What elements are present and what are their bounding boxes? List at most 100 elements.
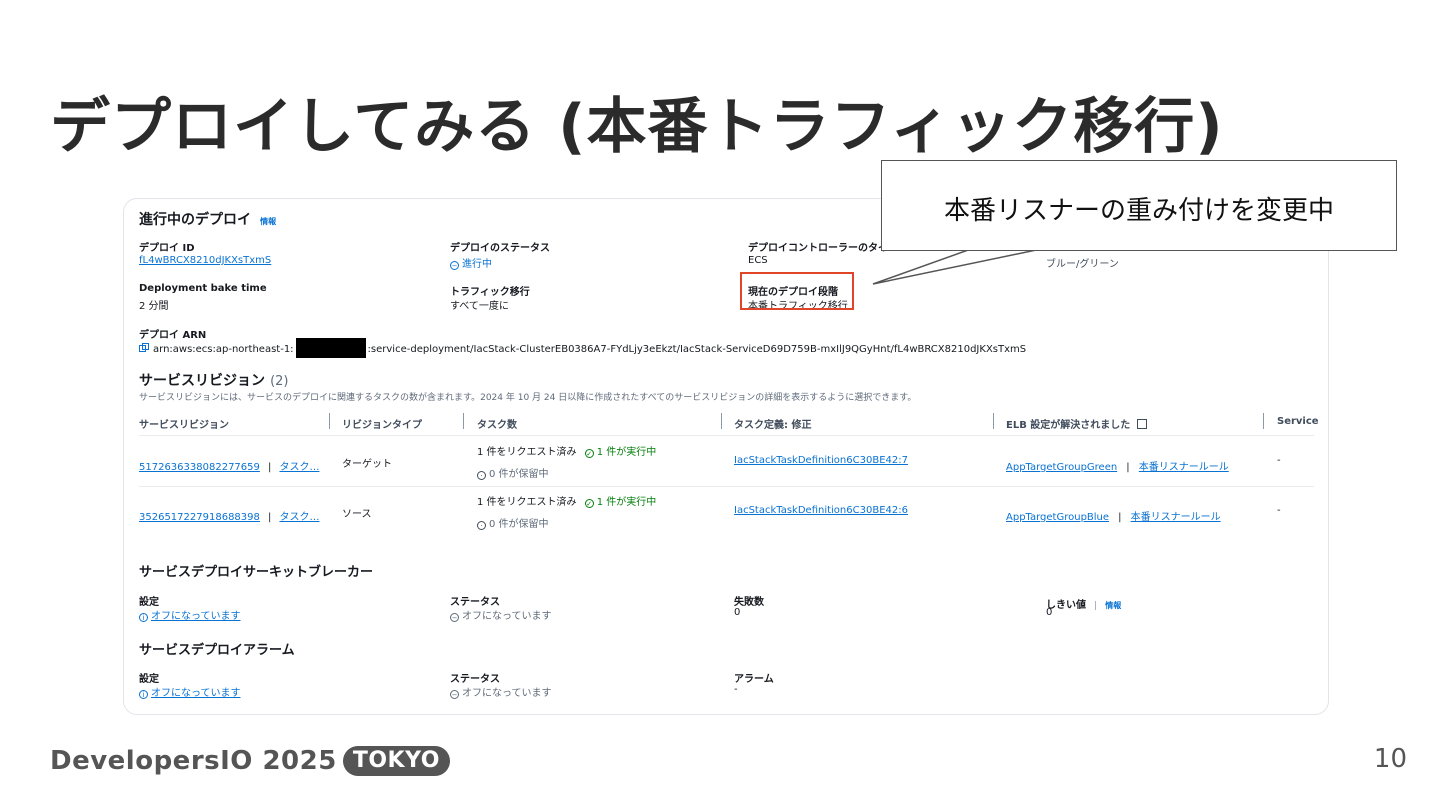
task-running: ✓ 1 件が実行中 [584,497,657,508]
deployment-heading-row: 進行中のデプロイ 情報 [139,209,276,229]
col-divider[interactable] [1263,413,1264,429]
task-requested-text: 1 件をリクエスト済み [477,497,577,508]
revisions-description: サービスリビジョンには、サービスのデプロイに関連するタスクの数が含まれます。20… [139,393,917,403]
disabled-icon: − [450,690,459,699]
traffic-shift-label: トラフィック移行 [450,287,530,298]
breaker-setting-label: 設定 [139,597,159,608]
info-icon: i [139,613,148,622]
col-service[interactable]: Service [1277,416,1319,427]
task-running-text: 1 件が実行中 [596,497,657,508]
arn-suffix: :service-deployment/IacStack-ClusterEB03… [367,344,1027,355]
revision-link[interactable]: 5172636338082277659 [139,462,260,473]
info-icon: i [139,690,148,699]
deployment-status-label: デプロイのステータス [450,243,550,254]
divider-text: | [267,512,272,523]
external-link-icon [1136,419,1147,429]
breaker-setting-value[interactable]: i オフになっています [139,607,241,622]
copy-icon[interactable] [139,343,149,353]
deployment-status: − 進行中 [450,255,492,270]
revision-link[interactable]: 3526517227918688398 [139,512,260,523]
page-number: 10 [1373,744,1407,774]
divider-text: | [1094,601,1098,611]
arn-prefix: arn:aws:ecs:ap-northeast-1: [153,344,294,355]
task-link[interactable]: タスク… [279,512,319,523]
col-task-definition[interactable]: タスク定義: 修正 [734,416,811,431]
divider-text: | [267,462,272,473]
listener-rule-link[interactable]: 本番リスナールール [1139,462,1229,473]
revisions-heading-row: サービスリビジョン (2) [139,370,289,390]
bake-time-value: 2 分間 [139,301,169,312]
breaker-status-label: ステータス [450,597,500,608]
traffic-shift-value: すべて一度に [450,301,509,312]
revisions-heading: サービスリビジョン [139,373,265,389]
footer-brand: DevelopersIO 2025 TOKYO [50,746,450,776]
clock-icon: · [477,471,486,480]
alarms-status-text: オフになっています [462,688,552,699]
col-revision-type[interactable]: リビジョンタイプ [342,416,422,431]
alarms-status-label: ステータス [450,674,500,685]
task-definition-link[interactable]: IacStackTaskDefinition6C30BE42:6 [734,505,908,516]
alarms-setting-value[interactable]: i オフになっています [139,684,241,699]
breaker-setting-text: オフになっています [151,611,241,622]
col-task-count[interactable]: タスク数 [477,416,517,431]
alarm-value: - [734,684,738,695]
callout: 本番リスナーの重み付けを変更中 [872,160,1397,285]
slide-title: デプロイしてみる (本番トラフィック移行) [50,92,1224,162]
arn-value: arn:aws:ecs:ap-northeast-1: :service-depl… [139,338,1026,358]
threshold-label-row: しきい値 | 情報 [1046,593,1121,612]
task-requested: 1 件をリクエスト済み ✓ 1 件が実行中 [477,443,656,458]
task-pending: · 0 件が保留中 [477,515,549,530]
in-progress-icon: − [450,261,459,270]
breaker-status-value: − オフになっています [450,607,552,622]
brand-name: DevelopersIO 2025 [50,746,337,776]
col-divider[interactable] [463,413,464,429]
alarms-setting-text: オフになっています [151,688,241,699]
task-definition-link[interactable]: IacStackTaskDefinition6C30BE42:7 [734,455,908,466]
alarm-label: アラーム [734,674,774,685]
deployment-id-link[interactable]: fL4wBRCX8210dJKXsTxmS [139,255,271,266]
callout-text: 本番リスナーの重み付けを変更中 [943,196,1334,226]
deployment-id-label: デプロイ ID [139,243,195,254]
breaker-heading: サービスデプロイサーキットブレーカー [139,565,374,580]
revision-type: ターゲット [342,459,392,470]
revisions-count: (2) [270,374,289,389]
task-pending-text: 0 件が保留中 [489,469,549,480]
target-group-link[interactable]: AppTargetGroupGreen [1006,462,1117,473]
check-circle-icon: ✓ [584,499,594,508]
task-pending-text: 0 件が保留中 [489,519,549,530]
failures-value: 0 [734,607,741,618]
clock-icon: · [477,521,486,530]
controller-value: ECS [748,255,768,266]
deployment-status-value: 進行中 [462,259,492,270]
disabled-icon: − [450,613,459,622]
alarms-status-value: − オフになっています [450,684,552,699]
threshold-value: 0 [1046,607,1053,618]
task-link[interactable]: タスク… [279,462,319,473]
alarms-heading: サービスデプロイアラーム [139,643,295,658]
stage-highlight-box [740,272,854,310]
col-elb[interactable]: ELB 設定が解決されました [1006,416,1147,431]
divider-text: | [1126,462,1130,473]
threshold-info-link[interactable]: 情報 [1105,601,1121,610]
row-divider [139,486,1314,487]
failures-label: 失敗数 [734,597,764,608]
table-row: 3526517227918688398 | タスク… [139,505,319,524]
col-divider[interactable] [721,413,722,429]
deployment-info-link[interactable]: 情報 [260,217,276,226]
elb-config: AppTargetGroupBlue | 本番リスナールール [1006,505,1221,524]
col-divider[interactable] [993,413,994,429]
task-pending: · 0 件が保留中 [477,465,549,480]
target-group-link[interactable]: AppTargetGroupBlue [1006,512,1109,523]
task-requested: 1 件をリクエスト済み ✓ 1 件が実行中 [477,493,656,508]
brand-badge: TOKYO [342,746,450,776]
callout-pointer-mask [972,244,1040,250]
task-running-text: 1 件が実行中 [596,447,657,458]
col-revision[interactable]: サービスリビジョン [139,416,229,431]
service-value: - [1277,505,1281,516]
redacted-account-id [295,338,366,358]
service-value: - [1277,455,1281,466]
task-requested-text: 1 件をリクエスト済み [477,447,577,458]
bake-time-label: Deployment bake time [139,283,267,294]
col-divider[interactable] [329,413,330,429]
listener-rule-link[interactable]: 本番リスナールール [1131,512,1221,523]
